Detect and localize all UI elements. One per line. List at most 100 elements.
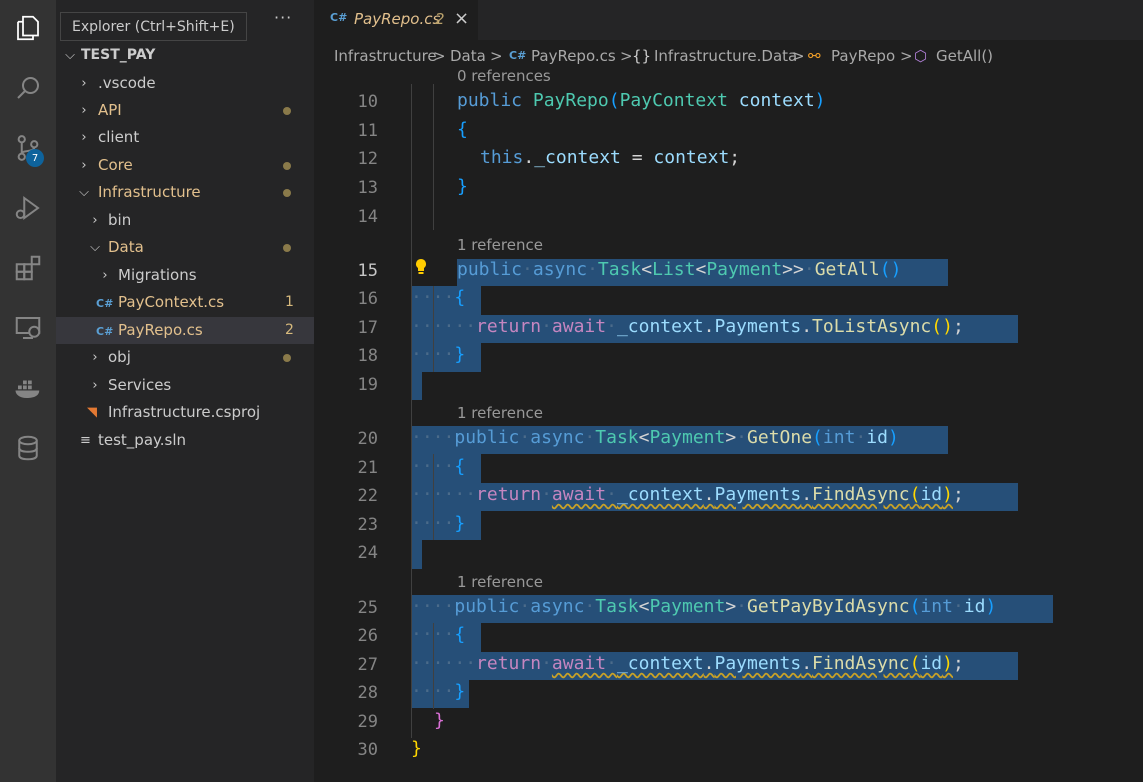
code-line: ····{ <box>411 456 466 477</box>
tree-item-payrepo[interactable]: C# PayRepo.cs 2 <box>56 317 314 344</box>
tree-item-client[interactable]: › client <box>56 124 314 151</box>
tab-label: PayRepo.cs <box>354 10 441 28</box>
code-line: this._context = context; <box>480 147 741 168</box>
list-file-icon: ≡ <box>80 433 91 448</box>
line-number: 22 <box>357 486 378 506</box>
chevron-down-icon: ⌵ <box>65 48 75 63</box>
code-line: } <box>457 176 468 197</box>
indent-guide <box>433 84 434 230</box>
code-line: { <box>457 119 468 140</box>
code-line: } <box>411 738 422 759</box>
line-number-active: 15 <box>357 261 378 281</box>
code-lens-references[interactable]: 0 references <box>457 67 551 85</box>
tree-item-services[interactable]: › Services <box>56 372 314 399</box>
code-line: ····} <box>411 344 466 365</box>
remote-explorer-icon[interactable] <box>8 308 48 348</box>
breadcrumb: Infrastructure > Data > C# PayRepo.cs > … <box>314 42 1143 70</box>
database-icon[interactable] <box>8 428 48 468</box>
selection-highlight <box>411 372 422 400</box>
tree-item-label: API <box>98 101 122 119</box>
code-line: ····public·async·Task<Payment>·GetOne(in… <box>411 427 899 448</box>
code-lens-references[interactable]: 1 reference <box>457 573 543 591</box>
lightbulb-icon[interactable] <box>414 258 428 276</box>
breadcrumb-item[interactable]: Infrastructure.Data <box>654 42 797 70</box>
breadcrumb-item[interactable]: Infrastructure <box>334 42 437 70</box>
line-number: 21 <box>357 458 378 478</box>
breadcrumb-item[interactable]: Data <box>450 42 486 70</box>
explorer-tooltip: Explorer (Ctrl+Shift+E) <box>60 12 247 41</box>
breadcrumb-separator: > <box>620 47 633 65</box>
search-icon[interactable] <box>8 68 48 108</box>
tree-item-core[interactable]: › Core <box>56 152 314 179</box>
chevron-right-icon: › <box>92 350 98 365</box>
tree-item-migrations[interactable]: › Migrations <box>56 262 314 289</box>
tree-item-data[interactable]: ⌵ Data <box>56 234 314 261</box>
extensions-icon[interactable] <box>8 248 48 288</box>
code-line: public PayRepo(PayContext context) <box>457 90 826 111</box>
line-number: 30 <box>357 740 378 760</box>
tree-item-label: Data <box>108 238 144 256</box>
line-number: 25 <box>357 598 378 618</box>
code-line: public·async·Task<List<Payment>>·GetAll(… <box>457 259 902 280</box>
activity-bar: 7 <box>0 0 56 782</box>
code-line: ····{ <box>411 624 466 645</box>
tree-item-label: .vscode <box>98 74 156 92</box>
tree-item-label: PayRepo.cs <box>118 321 203 339</box>
workspace-header[interactable]: ⌵ TEST_PAY <box>56 42 314 69</box>
code-lens-references[interactable]: 1 reference <box>457 404 543 422</box>
chevron-right-icon: › <box>81 130 87 145</box>
chevron-right-icon: › <box>81 76 87 91</box>
tree-item-label: obj <box>108 348 131 366</box>
run-debug-icon[interactable] <box>8 188 48 228</box>
line-number: 19 <box>357 375 378 395</box>
breadcrumb-separator: > <box>792 47 805 65</box>
tree-item-label: Infrastructure.csproj <box>108 403 261 421</box>
tree-item-bin[interactable]: › bin <box>56 207 314 234</box>
more-actions-button[interactable]: ··· <box>274 8 292 27</box>
tree-item-sln[interactable]: ≡ test_pay.sln <box>56 427 314 454</box>
chevron-right-icon: › <box>102 268 108 283</box>
tab-payrepo[interactable]: C# PayRepo.cs 2 × <box>314 0 478 40</box>
code-lens-references[interactable]: 1 reference <box>457 236 543 254</box>
code-line: ····{ <box>411 287 466 308</box>
rss-file-icon: ◥ <box>87 405 97 420</box>
tree-item-label: Services <box>108 376 172 394</box>
tree-item-csproj[interactable]: ◥ Infrastructure.csproj <box>56 399 314 426</box>
csharp-file-icon: C# <box>96 325 114 338</box>
line-number: 10 <box>357 92 378 112</box>
csharp-file-icon: C# <box>96 297 114 310</box>
docker-icon[interactable] <box>8 368 48 408</box>
code-line: ······return·await·_context.Payments.Fin… <box>411 653 964 674</box>
tree-item-api[interactable]: › API <box>56 97 314 124</box>
line-number: 27 <box>357 655 378 675</box>
modified-dot <box>283 189 291 197</box>
breadcrumb-item[interactable]: PayRepo.cs <box>531 42 616 70</box>
tree-item-infrastructure[interactable]: ⌵ Infrastructure <box>56 179 314 206</box>
modified-dot <box>283 244 291 252</box>
modified-dot <box>283 162 291 170</box>
close-icon[interactable]: × <box>454 8 469 29</box>
breadcrumb-item[interactable]: PayRepo <box>831 42 895 70</box>
code-line: ····public·async·Task<Payment>·GetPayByI… <box>411 596 997 617</box>
line-number: 11 <box>357 121 378 141</box>
tree-item-label: Migrations <box>118 266 197 284</box>
chevron-right-icon: › <box>81 103 87 118</box>
tree-item-label: Core <box>98 156 133 174</box>
code-editor[interactable]: 0 references 1 reference 1 reference 1 r… <box>314 67 1143 782</box>
tree-item-obj[interactable]: › obj <box>56 344 314 371</box>
tree-item-label: PayContext.cs <box>118 293 225 311</box>
chevron-right-icon: › <box>81 158 87 173</box>
line-number: 20 <box>357 429 378 449</box>
problem-count: 2 <box>285 322 294 338</box>
line-number: 17 <box>357 318 378 338</box>
explorer-icon[interactable] <box>8 8 48 48</box>
code-line: ····} <box>411 513 466 534</box>
chevron-right-icon: › <box>92 378 98 393</box>
csharp-file-icon: C# <box>509 49 527 62</box>
tree-item-paycontext[interactable]: C# PayContext.cs 1 <box>56 289 314 316</box>
tree-item-vscode[interactable]: › .vscode <box>56 70 314 97</box>
breadcrumb-item[interactable]: GetAll() <box>936 42 993 70</box>
breadcrumb-separator: > <box>490 47 503 65</box>
problem-count: 1 <box>285 294 294 310</box>
tree-item-label: bin <box>108 211 132 229</box>
